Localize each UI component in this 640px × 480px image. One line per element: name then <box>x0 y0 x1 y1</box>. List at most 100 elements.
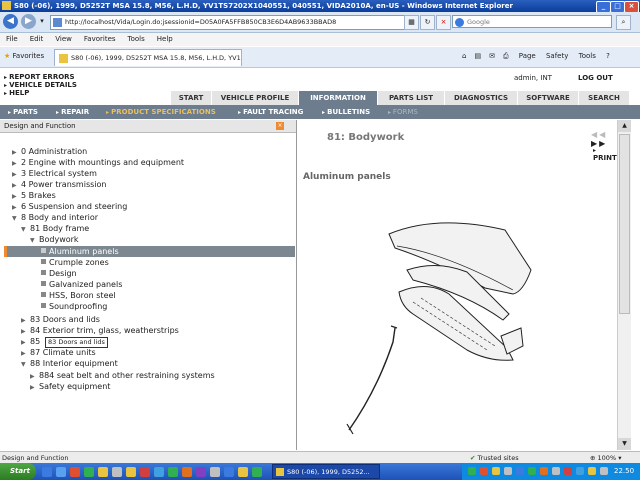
favorites-label: Favorites <box>12 52 45 60</box>
app7-quicklaunch-icon[interactable] <box>210 467 220 477</box>
search-input[interactable]: Google <box>452 15 612 28</box>
print-icon[interactable]: ⎙ <box>503 52 509 60</box>
previous-icon[interactable]: ◀◀ <box>591 130 607 139</box>
address-bar[interactable]: http://localhost/Vida/Login.do;jsessioni… <box>50 15 416 30</box>
scroll-up-icon[interactable]: ▲ <box>618 120 631 132</box>
tree-node-label: Crumple zones <box>49 258 109 267</box>
menu-view[interactable]: View <box>49 33 78 46</box>
help-link[interactable]: HELP <box>4 89 29 97</box>
subnav-forms[interactable]: FORMS <box>388 105 418 119</box>
subnav-repair[interactable]: REPAIR <box>56 105 89 119</box>
tray-icon[interactable] <box>540 467 548 475</box>
menu-favorites[interactable]: Favorites <box>78 33 122 46</box>
tree-node[interactable]: ▼ 88 Interior equipment <box>21 358 118 370</box>
app10-quicklaunch-icon[interactable] <box>252 467 262 477</box>
app5-quicklaunch-icon[interactable] <box>182 467 192 477</box>
tree-leaf[interactable]: Soundproofing <box>41 301 107 312</box>
app2-quicklaunch-icon[interactable] <box>140 467 150 477</box>
subnav-fault-tracing[interactable]: FAULT TRACING <box>238 105 303 119</box>
scroll-down-icon[interactable]: ▼ <box>618 438 631 450</box>
refresh-icon[interactable]: ↻ <box>420 15 435 30</box>
tree-node-label: 87 Climate units <box>30 348 96 357</box>
ie-quicklaunch-icon[interactable] <box>42 467 52 477</box>
menu-edit[interactable]: Edit <box>24 33 50 46</box>
ie-icon <box>276 468 284 476</box>
forward-button[interactable]: ▶ <box>21 14 36 29</box>
tree-node-label: 6 Suspension and steering <box>21 202 128 211</box>
safety-menu[interactable]: Safety <box>546 52 568 60</box>
tab-software[interactable]: SOFTWARE <box>517 91 578 105</box>
home-icon[interactable]: ⌂ <box>462 52 466 60</box>
tree-leaf[interactable]: Crumple zones <box>41 257 109 268</box>
favorites-button[interactable]: ★ Favorites <box>4 52 44 60</box>
tab-diagnostics[interactable]: DIAGNOSTICS <box>444 91 517 105</box>
minimize-button[interactable]: _ <box>596 1 611 12</box>
print-link[interactable]: PRINT <box>593 146 617 162</box>
app3-quicklaunch-icon[interactable] <box>154 467 164 477</box>
tray-icon[interactable] <box>588 467 596 475</box>
app9-quicklaunch-icon[interactable] <box>238 467 248 477</box>
tray-icon[interactable] <box>516 467 524 475</box>
tree-node[interactable]: ▼ Bodywork <box>30 234 79 246</box>
tray-icon[interactable] <box>528 467 536 475</box>
subnav-product-specifications[interactable]: PRODUCT SPECIFICATIONS <box>106 105 216 119</box>
tools-menu[interactable]: Tools <box>579 52 596 60</box>
tray-icon[interactable] <box>468 467 476 475</box>
back-button[interactable]: ◀ <box>3 14 18 29</box>
tree-leaf[interactable]: Design <box>41 268 77 279</box>
tree-leaf[interactable]: HSS, Boron steel <box>41 290 116 301</box>
close-panel-icon[interactable]: × <box>276 122 284 130</box>
app6-quicklaunch-icon[interactable] <box>196 467 206 477</box>
menu-file[interactable]: File <box>0 33 24 46</box>
tab-information[interactable]: INFORMATION <box>298 91 377 105</box>
help-icon[interactable]: ? <box>606 52 610 60</box>
close-window-button[interactable]: × <box>624 1 639 12</box>
tray-icon[interactable] <box>564 467 572 475</box>
tray-icon[interactable] <box>480 467 488 475</box>
app4-quicklaunch-icon[interactable] <box>168 467 178 477</box>
folder-quicklaunch-icon[interactable] <box>126 467 136 477</box>
tab-search[interactable]: SEARCH <box>578 91 629 105</box>
vertical-scrollbar[interactable]: ▲ ▼ <box>617 120 631 450</box>
tool-quicklaunch-icon[interactable] <box>112 467 122 477</box>
tab-parts-list[interactable]: PARTS LIST <box>377 91 444 105</box>
subnav-bulletins[interactable]: BULLETINS <box>322 105 370 119</box>
media-quicklaunch-icon[interactable] <box>84 467 94 477</box>
subnav-parts[interactable]: PARTS <box>8 105 38 119</box>
tree-node[interactable]: ▶ Safety equipment <box>30 381 110 393</box>
menu-help[interactable]: Help <box>151 33 179 46</box>
logout-link[interactable]: LOG OUT <box>578 74 613 82</box>
start-button[interactable]: Start <box>0 463 36 480</box>
frame-drawing <box>398 286 514 361</box>
panel-title: Design and Function <box>0 120 296 133</box>
messenger-quicklaunch-icon[interactable] <box>98 467 108 477</box>
report-errors-link[interactable]: REPORT ERRORS <box>4 73 75 81</box>
app8-quicklaunch-icon[interactable] <box>224 467 234 477</box>
tree-node[interactable]: ▶ 84 Exterior trim, glass, weatherstrips <box>21 325 179 337</box>
vehicle-details-link[interactable]: VEHICLE DETAILS <box>4 81 77 89</box>
menu-tools[interactable]: Tools <box>122 33 151 46</box>
tab-start[interactable]: START <box>170 91 211 105</box>
mail-icon[interactable]: ✉ <box>489 52 495 60</box>
maximize-button[interactable]: □ <box>610 1 625 12</box>
tab-vehicle-profile[interactable]: VEHICLE PROFILE <box>211 91 298 105</box>
desktop-quicklaunch-icon[interactable] <box>56 467 66 477</box>
tray-icon[interactable] <box>504 467 512 475</box>
search-icon[interactable]: ⌕ <box>616 15 631 30</box>
page-menu[interactable]: Page <box>519 52 536 60</box>
tray-icon[interactable] <box>492 467 500 475</box>
volume-icon[interactable] <box>600 467 608 475</box>
history-dropdown-icon[interactable]: ▾ <box>38 15 46 28</box>
taskbar-window-button[interactable]: S80 (-06), 1999, D5252... <box>272 464 380 479</box>
tree-leaf-selected[interactable]: Aluminum panels <box>41 246 119 257</box>
scroll-thumb[interactable] <box>619 134 630 314</box>
stop-icon[interactable]: × <box>436 15 451 30</box>
tray-icon[interactable] <box>576 467 584 475</box>
tree-leaf[interactable]: Galvanized panels <box>41 279 122 290</box>
tray-icon[interactable] <box>552 467 560 475</box>
feeds-icon[interactable]: ▤ <box>474 52 481 60</box>
tree-node-label: Soundproofing <box>49 302 108 311</box>
app-quicklaunch-icon[interactable] <box>70 467 80 477</box>
browser-tab[interactable]: S80 (-06), 1999, D5252T MSA 15.8, M56, L… <box>54 49 242 66</box>
compatibility-icon[interactable]: ▦ <box>404 15 419 30</box>
